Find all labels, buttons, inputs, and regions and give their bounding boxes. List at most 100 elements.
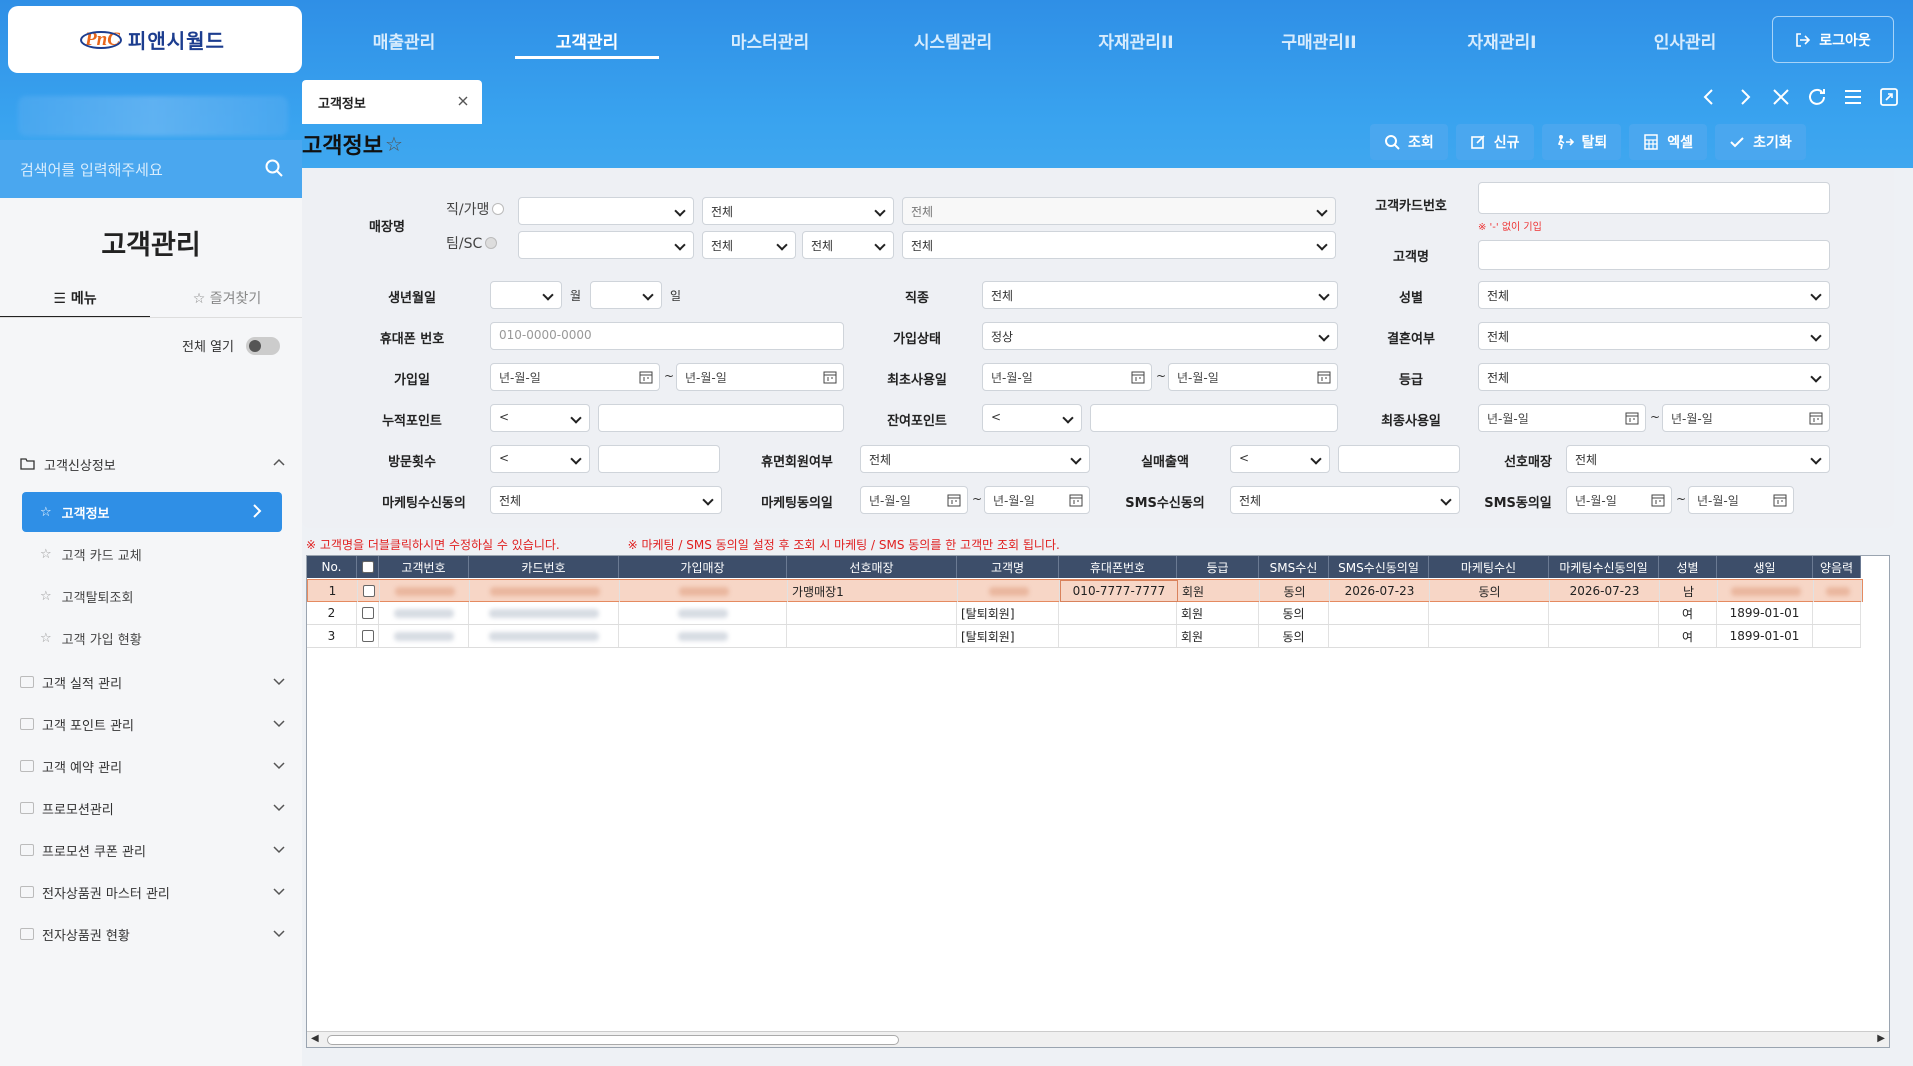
menu-group-performance[interactable]: 고객 실적 관리 <box>20 668 286 696</box>
col-birth[interactable]: 생일 <box>1717 556 1813 578</box>
mkt-date-from[interactable]: 년-월-일 <box>860 486 968 514</box>
team-select[interactable] <box>518 231 694 259</box>
star-icon[interactable]: ☆ <box>40 547 52 562</box>
cell-check[interactable] <box>357 625 379 647</box>
col-select-all[interactable] <box>357 556 379 578</box>
direct-franchise-select[interactable] <box>518 197 694 225</box>
row-checkbox[interactable] <box>361 630 374 642</box>
join-date-to[interactable]: 년-월-일 <box>676 363 844 391</box>
logout-button[interactable]: 로그아웃 <box>1772 16 1894 63</box>
excel-button[interactable]: 엑셀 <box>1629 124 1708 160</box>
menu-group-customer-info[interactable]: 고객신상정보 <box>20 450 286 478</box>
col-grade[interactable]: 등급 <box>1177 556 1259 578</box>
search-icon[interactable] <box>264 158 284 178</box>
sidebar-item-customer-info[interactable]: ☆ 고객정보 <box>22 492 282 532</box>
sidebar-item-join-status[interactable]: ☆ 고객 가입 현황 <box>22 618 282 658</box>
col-phone[interactable]: 휴대폰번호 <box>1059 556 1177 578</box>
card-no-input[interactable] <box>1478 182 1830 214</box>
row-checkbox[interactable] <box>362 585 375 597</box>
team-sc-radio[interactable]: 팀/SC <box>446 233 498 253</box>
col-card-no[interactable]: 카드번호 <box>469 556 619 578</box>
radio-button[interactable] <box>485 237 498 249</box>
expand-all-toggle[interactable] <box>246 336 280 355</box>
scroll-right-icon[interactable]: ▶ <box>1877 1033 1885 1044</box>
menu-group-egift-status[interactable]: 전자상품권 현황 <box>20 920 286 948</box>
search-button[interactable]: 조회 <box>1370 124 1448 160</box>
nav-customer[interactable]: 고객관리 <box>515 28 659 59</box>
calendar-icon[interactable] <box>947 493 961 507</box>
table-row[interactable]: 2 [탈퇴회원] 회원 동의 여 1899-01-01 <box>307 602 1861 625</box>
col-join-store[interactable]: 가입매장 <box>619 556 787 578</box>
nav-hr[interactable]: 인사관리 <box>1615 28 1755 53</box>
tab-menu[interactable]: ☰ 메뉴 <box>0 288 150 318</box>
close-all-icon[interactable] <box>1770 86 1792 108</box>
calendar-icon[interactable] <box>1131 370 1145 384</box>
birth-day-select[interactable] <box>590 281 662 309</box>
star-icon[interactable]: ☆ <box>40 589 52 604</box>
company-logo[interactable]: PnC 피앤시월드 <box>8 6 302 73</box>
select-all-checkbox[interactable] <box>361 561 374 573</box>
store-select[interactable]: 전체 <box>902 197 1336 225</box>
grade-select[interactable]: 전체 <box>1478 363 1830 391</box>
menu-group-promotion[interactable]: 프로모션관리 <box>20 794 286 822</box>
sidebar-item-card-replace[interactable]: ☆ 고객 카드 교체 <box>22 534 282 574</box>
nav-system[interactable]: 시스템관리 <box>883 28 1023 53</box>
birth-month-select[interactable] <box>490 281 562 309</box>
sms-consent-select[interactable]: 전체 <box>1230 486 1460 514</box>
table-row[interactable]: 3 [탈퇴회원] 회원 동의 여 1899-01-01 <box>307 625 1861 648</box>
region-select[interactable]: 전체 <box>702 197 894 225</box>
calendar-icon[interactable] <box>1625 411 1639 425</box>
sms-date-to[interactable]: 년-월-일 <box>1688 486 1794 514</box>
last-use-from[interactable]: 년-월-일 <box>1478 404 1646 432</box>
mkt-date-to[interactable]: 년-월-일 <box>984 486 1090 514</box>
col-no[interactable]: No. <box>307 556 357 578</box>
join-status-select[interactable]: 정상 <box>982 322 1338 350</box>
scroll-left-icon[interactable]: ◀ <box>311 1033 319 1044</box>
fullscreen-icon[interactable] <box>1878 86 1900 108</box>
new-button[interactable]: 신규 <box>1455 124 1534 160</box>
calendar-icon[interactable] <box>1809 411 1823 425</box>
nav-master[interactable]: 마스터관리 <box>700 28 840 53</box>
acc-point-input[interactable] <box>598 404 844 432</box>
cell-name[interactable]: [탈퇴회원] <box>957 602 1059 624</box>
refresh-icon[interactable] <box>1806 86 1828 108</box>
pref-store-select[interactable]: 전체 <box>1566 445 1830 473</box>
radio-button[interactable] <box>492 203 505 215</box>
col-sms-date[interactable]: SMS수신동의일 <box>1329 556 1429 578</box>
star-icon[interactable]: ☆ <box>40 631 52 646</box>
gender-select[interactable]: 전체 <box>1478 281 1830 309</box>
chevron-left-icon[interactable] <box>1698 86 1720 108</box>
menu-group-egift-master[interactable]: 전자상품권 마스터 관리 <box>20 878 286 906</box>
col-mkt-date[interactable]: 마케팅수신동의일 <box>1549 556 1659 578</box>
menu-group-points[interactable]: 고객 포인트 관리 <box>20 710 286 738</box>
calendar-icon[interactable] <box>639 370 653 384</box>
acc-point-operator[interactable]: < <box>490 404 590 432</box>
remain-point-input[interactable] <box>1090 404 1338 432</box>
join-date-from[interactable]: 년-월-일 <box>490 363 660 391</box>
visit-operator[interactable]: < <box>490 445 590 473</box>
sidebar-item-withdrawal-search[interactable]: ☆ 고객탈퇴조회 <box>22 576 282 616</box>
remain-point-operator[interactable]: < <box>982 404 1082 432</box>
favorite-star-icon[interactable]: ☆ <box>385 132 403 156</box>
sales-input[interactable] <box>1338 445 1460 473</box>
mkt-consent-select[interactable]: 전체 <box>490 486 722 514</box>
team-sub-select-2[interactable]: 전체 <box>802 231 894 259</box>
nav-material-2[interactable]: 자재관리II <box>1066 28 1206 53</box>
sales-operator[interactable]: < <box>1230 445 1330 473</box>
col-sms[interactable]: SMS수신 <box>1259 556 1329 578</box>
first-use-from[interactable]: 년-월-일 <box>982 363 1152 391</box>
close-icon[interactable] <box>456 94 470 108</box>
col-lunar[interactable]: 양음력 <box>1813 556 1861 578</box>
nav-purchase-2[interactable]: 구매관리II <box>1249 28 1389 53</box>
menu-group-coupon[interactable]: 프로모션 쿠폰 관리 <box>20 836 286 864</box>
sc-store-select[interactable]: 전체 <box>902 231 1336 259</box>
sidebar-search-input[interactable]: 검색어를 입력해주세요 <box>0 140 302 198</box>
col-gender[interactable]: 성별 <box>1659 556 1717 578</box>
sms-date-from[interactable]: 년-월-일 <box>1566 486 1672 514</box>
reset-button[interactable]: 초기화 <box>1715 124 1806 160</box>
menu-group-reservation[interactable]: 고객 예약 관리 <box>20 752 286 780</box>
cell-check[interactable] <box>357 602 379 624</box>
calendar-icon[interactable] <box>1773 493 1787 507</box>
first-use-to[interactable]: 년-월-일 <box>1168 363 1338 391</box>
cell-check[interactable] <box>358 580 380 602</box>
